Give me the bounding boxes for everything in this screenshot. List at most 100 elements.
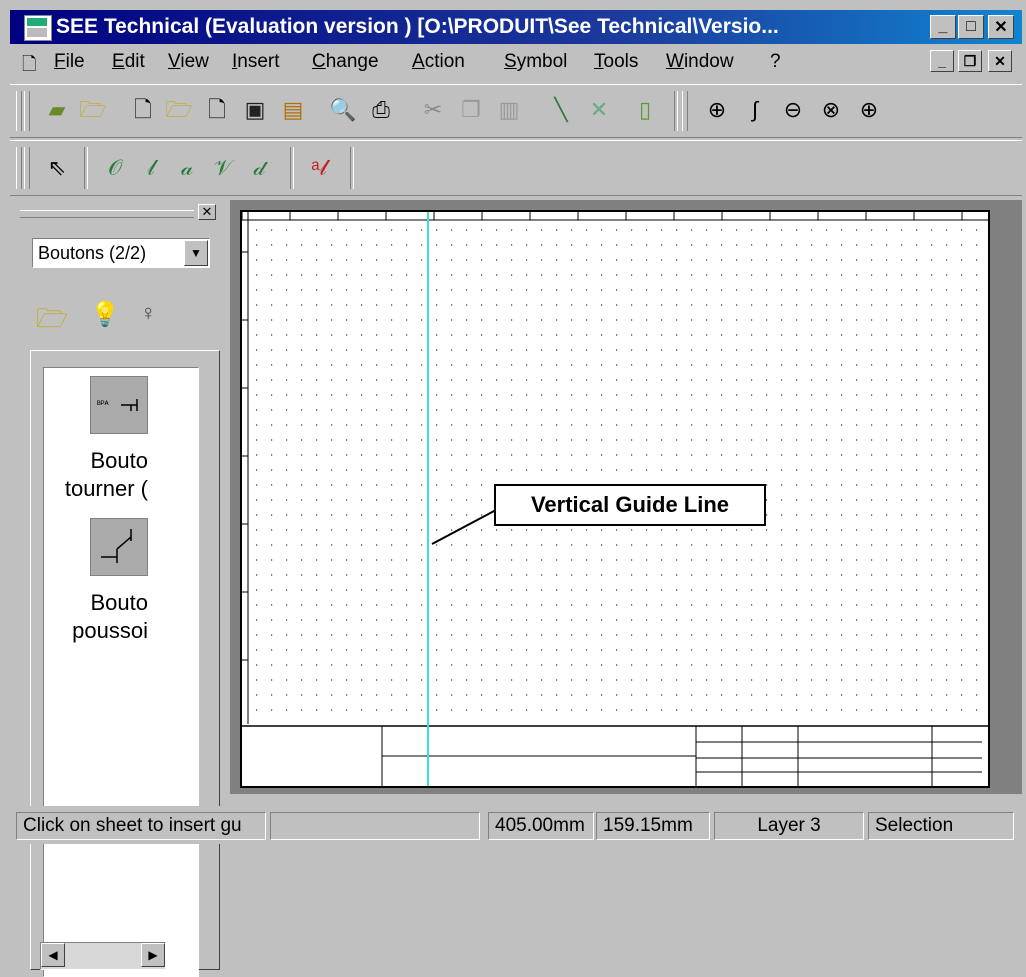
eraser-icon[interactable]: ✕ — [582, 93, 616, 127]
print-preview-icon[interactable]: 🔍 — [326, 93, 360, 127]
status-bar: Click on sheet to insert gu 405.00mm 159… — [10, 806, 1022, 844]
document-icon[interactable]: 🗋 — [22, 52, 36, 82]
minimize-icon: _ — [938, 18, 948, 35]
menu-insert[interactable]: Insert — [232, 51, 280, 73]
save-icon[interactable]: ▣ — [238, 93, 272, 127]
zoom-icon[interactable]: ⊕ — [700, 93, 734, 127]
paste-icon[interactable]: ▥ — [492, 93, 526, 127]
menu-change[interactable]: Change — [312, 51, 379, 73]
copy-icon[interactable]: ❐ — [454, 93, 488, 127]
push-button-symbol-icon[interactable] — [90, 518, 148, 576]
zoom-pen-icon[interactable]: ∫ — [738, 93, 772, 127]
menu-file[interactable]: File — [54, 51, 85, 73]
panel-close-button[interactable]: ✕ — [198, 204, 216, 220]
minimize-button[interactable]: _ — [930, 15, 956, 39]
draw-toolbar: ⇖ 𝒪 𝓁 𝒶 𝒱 𝒹 ᵃ𝓁 — [10, 140, 1022, 196]
svg-text:ᴮᴾᴬ: ᴮᴾᴬ — [97, 399, 109, 409]
status-y-coordinate: 159.15mm — [596, 812, 710, 840]
menu-view[interactable]: View — [168, 51, 209, 73]
draw-multi-pen-icon[interactable]: 𝒱 — [206, 151, 240, 185]
draw-pen-icon[interactable]: 𝓁 — [134, 151, 168, 185]
select-arrow-icon[interactable]: ⇖ — [40, 151, 74, 185]
scroll-right-button[interactable]: ▶ — [141, 943, 165, 967]
toolbar-separator — [350, 147, 354, 189]
close-icon: ✕ — [994, 52, 1006, 69]
grid-dots — [256, 229, 978, 711]
symbol-panel: ✕ Boutons (2/2) ▼ 🗁 💡 ♀ ᴮᴾᴬ Bouto tourne… — [14, 200, 224, 977]
new-sheet-icon[interactable]: 🗋 — [126, 93, 160, 127]
menu-tools[interactable]: Tools — [594, 51, 638, 73]
drawing-workspace: Vertical Guide Line — [230, 200, 1022, 794]
window-title: SEE Technical (Evaluation version ) [O:\… — [56, 15, 779, 38]
app-logo-icon[interactable] — [24, 15, 52, 41]
zoom-window-icon[interactable]: ⊗ — [814, 93, 848, 127]
menu-help[interactable]: ? — [770, 51, 781, 73]
toolbar-grip[interactable] — [682, 91, 688, 131]
chevron-right-icon: ▶ — [148, 948, 158, 962]
toolbar-grip[interactable] — [16, 147, 22, 189]
close-icon: ✕ — [201, 204, 213, 219]
draw-plus-pen-icon[interactable]: 𝒹 — [242, 151, 276, 185]
text-pen-icon[interactable]: ᵃ𝓁 — [302, 151, 336, 185]
status-hint: Click on sheet to insert gu — [16, 812, 266, 840]
main-toolbar: ▰ 🗁 🗋 🗁 🗋 ▣ ▤ 🔍 ⎙ ✂ ❐ ▥ ╲ ✕ ▯ ⊕ ∫ ⊖ ⊗ ⊕ — [10, 84, 1022, 138]
print-icon[interactable]: ⎙ — [364, 93, 398, 127]
maximize-button[interactable]: □ — [958, 15, 984, 39]
bulb-off-icon[interactable]: ♀ — [140, 300, 157, 326]
cut-icon[interactable]: ✂ — [416, 93, 450, 127]
zoom-in-icon[interactable]: ⊕ — [852, 93, 886, 127]
mdi-close-button[interactable]: ✕ — [988, 50, 1012, 72]
draw-circle-pen-icon[interactable]: 𝒪 — [98, 151, 132, 185]
new-project-icon[interactable]: ▰ — [40, 93, 74, 127]
toolbar-separator — [290, 147, 294, 189]
status-progress — [270, 812, 480, 840]
open-project-icon[interactable]: 🗁 — [76, 93, 110, 127]
open-folder-icon[interactable]: 🗁 — [36, 300, 68, 344]
menu-bar: 🗋 File Edit View Insert Change Action Sy… — [10, 46, 1022, 78]
maximize-icon: □ — [966, 18, 976, 35]
menu-symbol[interactable]: Symbol — [504, 51, 567, 73]
bulb-on-icon[interactable]: 💡 — [90, 300, 120, 329]
toolbar-grip[interactable] — [24, 147, 30, 189]
library-combo[interactable]: Boutons (2/2) ▼ — [32, 238, 210, 268]
scroll-left-button[interactable]: ◀ — [41, 943, 65, 967]
symbol-list[interactable]: ᴮᴾᴬ Bouto tourner ( Bouto poussoi — [43, 367, 199, 977]
minimize-icon: _ — [938, 53, 946, 69]
status-x-coordinate: 405.00mm — [488, 812, 594, 840]
guide-line-callout: Vertical Guide Line — [494, 484, 766, 526]
close-button[interactable]: ✕ — [988, 15, 1014, 39]
menu-window[interactable]: Window — [666, 51, 734, 73]
toolbar-grip[interactable] — [16, 91, 22, 131]
toolbar-separator — [84, 147, 88, 189]
open-sheet-icon[interactable]: 🗁 — [162, 93, 196, 127]
callout-leader — [431, 509, 497, 545]
close-icon: ✕ — [994, 19, 1008, 36]
panel-grip[interactable] — [20, 210, 194, 218]
status-layer: Layer 3 — [714, 812, 864, 840]
symbol-palette: ᴮᴾᴬ Bouto tourner ( Bouto poussoi — [30, 350, 220, 977]
drawing-sheet[interactable]: Vertical Guide Line — [240, 210, 990, 788]
mdi-restore-button[interactable]: ❐ — [958, 50, 982, 72]
combo-value: Boutons (2/2) — [38, 243, 147, 263]
pen-icon[interactable]: ╲ — [544, 93, 578, 127]
symbol-label: Bouto — [90, 448, 149, 473]
menu-action[interactable]: Action — [412, 51, 465, 73]
turn-button-symbol-icon[interactable]: ᴮᴾᴬ — [90, 376, 148, 434]
zoom-out-icon[interactable]: ⊖ — [776, 93, 810, 127]
status-mode: Selection — [868, 812, 1014, 840]
exit-door-icon[interactable]: ▯ — [628, 93, 662, 127]
mdi-minimize-button[interactable]: _ — [930, 50, 954, 72]
symbol-label: poussoi — [72, 618, 148, 643]
sheet-info-icon[interactable]: 🗋 — [200, 93, 234, 127]
draw-label-pen-icon[interactable]: 𝒶 — [170, 151, 204, 185]
restore-icon: ❐ — [963, 52, 977, 69]
symbol-label: Bouto — [90, 590, 149, 615]
title-bar[interactable]: SEE Technical (Evaluation version ) [O:\… — [10, 10, 1022, 44]
horizontal-scrollbar[interactable]: ◀ ▶ — [40, 942, 166, 970]
toolbar-separator — [674, 91, 678, 131]
menu-edit[interactable]: Edit — [112, 51, 145, 73]
save-all-icon[interactable]: ▤ — [276, 93, 310, 127]
chevron-down-icon[interactable]: ▼ — [184, 240, 208, 266]
toolbar-grip[interactable] — [24, 91, 30, 131]
chevron-left-icon: ◀ — [48, 948, 58, 962]
